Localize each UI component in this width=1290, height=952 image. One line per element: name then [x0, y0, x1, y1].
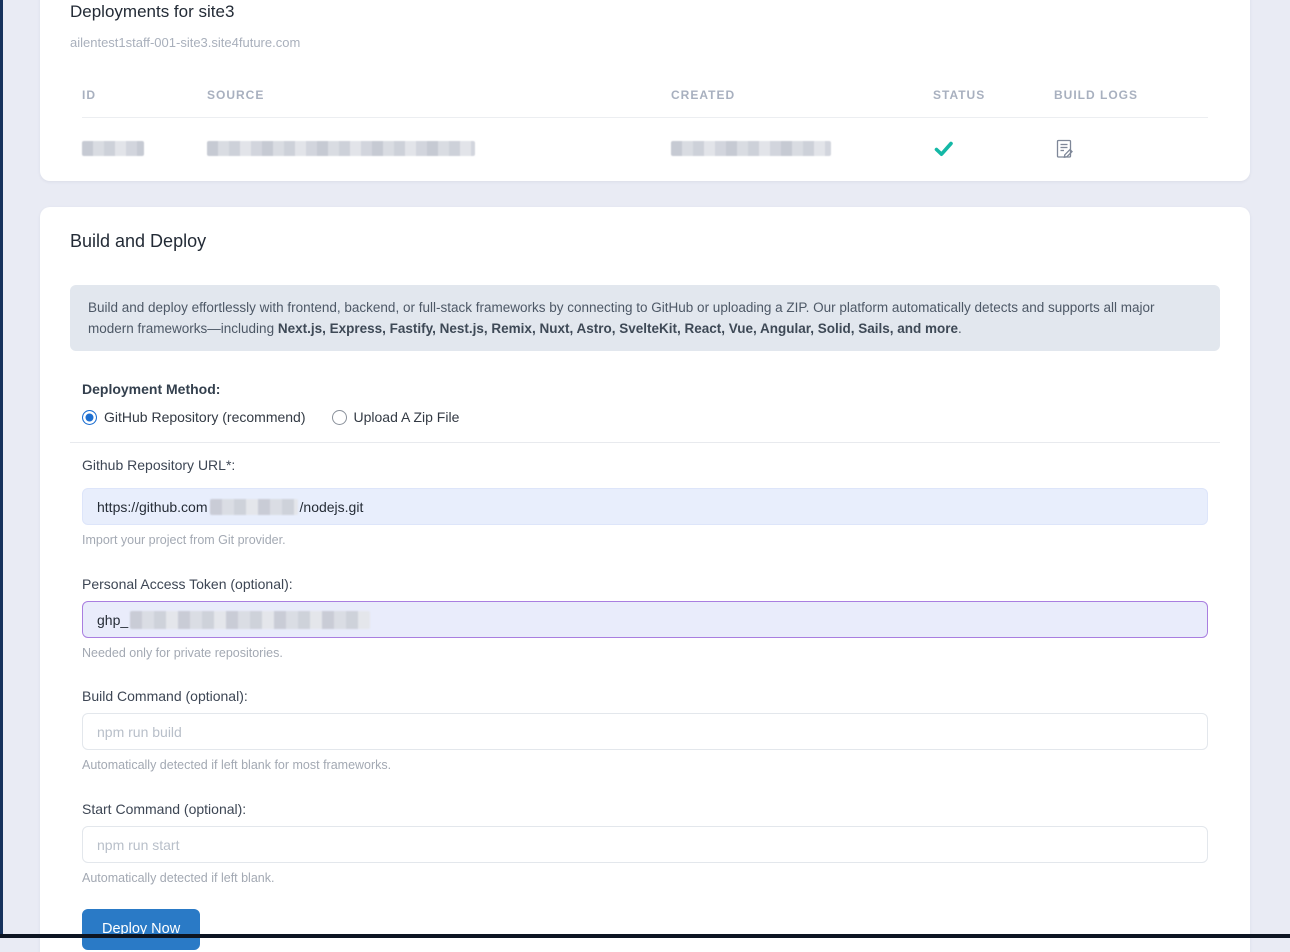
deployments-card: Deployments for site3 ailentest1staff-00… — [40, 0, 1250, 181]
token-input[interactable]: ghp_ — [82, 601, 1208, 638]
token-redacted — [130, 611, 370, 629]
repo-url-help: Import your project from Git provider. — [82, 532, 1208, 549]
radio-zip-label: Upload A Zip File — [354, 407, 460, 428]
deployments-table: ID SOURCE CREATED STATUS BUILD LOGS — [82, 88, 1208, 160]
build-log-document-edit-icon[interactable] — [1054, 138, 1208, 160]
repo-url-group: Github Repository URL*: https://github.c… — [82, 455, 1208, 549]
framework-info-banner: Build and deploy effortlessly with front… — [70, 285, 1220, 351]
info-text-period: . — [958, 321, 962, 336]
build-command-group: Build Command (optional): Automatically … — [82, 686, 1208, 774]
start-command-help: Automatically detected if left blank. — [82, 870, 1208, 887]
build-deploy-title: Build and Deploy — [70, 229, 1220, 253]
repo-url-prefix: https://github.com — [97, 499, 208, 515]
window-left-edge — [0, 0, 3, 938]
col-header-id: ID — [82, 88, 207, 102]
start-command-group: Start Command (optional): Automatically … — [82, 799, 1208, 887]
repo-url-suffix: /nodejs.git — [300, 499, 364, 515]
deployment-source-redacted — [207, 141, 475, 156]
start-command-input[interactable] — [82, 826, 1208, 863]
window-bottom-edge — [0, 934, 1290, 938]
repo-url-label: Github Repository URL*: — [82, 455, 1208, 475]
deployment-created-redacted — [671, 141, 831, 156]
radio-upload-zip[interactable]: Upload A Zip File — [332, 407, 460, 428]
token-help: Needed only for private repositories. — [82, 645, 1208, 662]
col-header-source: SOURCE — [207, 88, 671, 102]
deployment-method-label: Deployment Method: — [82, 379, 1208, 399]
deploy-now-button[interactable]: Deploy Now — [82, 909, 200, 950]
col-header-build-logs: BUILD LOGS — [1054, 88, 1208, 102]
radio-unselected-icon[interactable] — [332, 410, 347, 425]
table-row — [82, 118, 1208, 160]
status-success-check-icon — [933, 139, 1054, 159]
start-command-label: Start Command (optional): — [82, 799, 1208, 819]
info-text-frameworks: Next.js, Express, Fastify, Nest.js, Remi… — [278, 321, 958, 336]
deployment-id-redacted — [82, 141, 144, 156]
site-domain: ailentest1staff-001-site3.site4future.co… — [70, 34, 1220, 52]
build-command-input[interactable] — [82, 713, 1208, 750]
deployments-title: Deployments for site3 — [70, 0, 1220, 24]
page: Deployments for site3 ailentest1staff-00… — [0, 0, 1290, 938]
deployment-method-section: Deployment Method: GitHub Repository (re… — [82, 379, 1208, 428]
token-group: Personal Access Token (optional): ghp_ N… — [82, 574, 1208, 662]
col-header-created: CREATED — [671, 88, 933, 102]
token-label: Personal Access Token (optional): — [82, 574, 1208, 594]
section-divider — [70, 442, 1220, 443]
repo-url-input[interactable]: https://github.com/nodejs.git — [82, 488, 1208, 525]
radio-github-repository[interactable]: GitHub Repository (recommend) — [82, 407, 306, 428]
deployments-table-header: ID SOURCE CREATED STATUS BUILD LOGS — [82, 88, 1208, 118]
repo-url-redacted — [210, 499, 298, 515]
build-command-label: Build Command (optional): — [82, 686, 1208, 706]
radio-selected-icon[interactable] — [82, 410, 97, 425]
radio-github-label: GitHub Repository (recommend) — [104, 407, 306, 428]
token-prefix: ghp_ — [97, 612, 128, 628]
build-command-help: Automatically detected if left blank for… — [82, 757, 1208, 774]
build-and-deploy-card: Build and Deploy Build and deploy effort… — [40, 207, 1250, 952]
col-header-status: STATUS — [933, 88, 1054, 102]
